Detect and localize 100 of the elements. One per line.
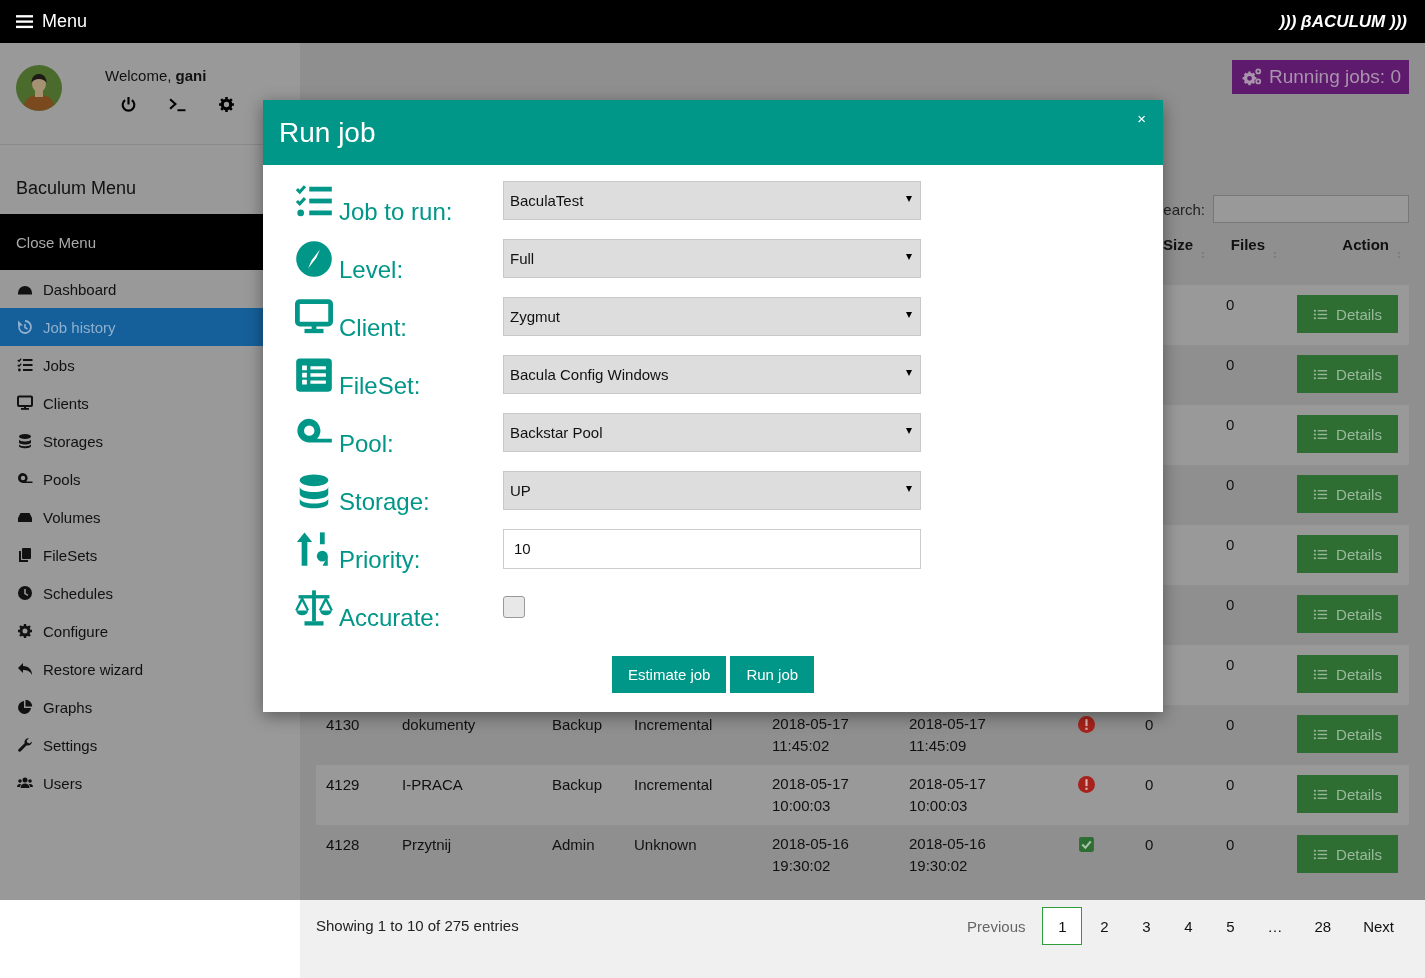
dropdown[interactable]: Bacula Config Windows <box>503 355 921 394</box>
dialog-title: Run job <box>279 116 376 149</box>
power-icon <box>120 96 137 113</box>
close-button[interactable]: × <box>1134 110 1149 127</box>
error-icon <box>1078 716 1095 733</box>
table-cell: dokumenty <box>402 716 476 733</box>
table-cell-text: 2018-05-17 11:45:02 <box>772 714 850 756</box>
table-cell: 0 <box>1226 356 1235 373</box>
monitor-icon <box>17 395 33 411</box>
field-label: Accurate: <box>339 603 441 632</box>
sidebar-item[interactable]: Dashboard <box>0 270 300 308</box>
sidebar-item[interactable]: Configure <box>0 612 300 650</box>
logo: ))) βACULUM ))) <box>1279 11 1407 32</box>
avatar <box>16 65 62 111</box>
input-field[interactable]: 10 <box>503 528 921 569</box>
sidebar-item[interactable]: Storages <box>0 422 300 460</box>
gear-icon <box>17 623 33 639</box>
menu-button[interactable]: Menu <box>16 11 88 32</box>
caret-icon <box>906 427 912 434</box>
page-link[interactable]: 3 <box>1126 907 1167 945</box>
dropdown[interactable]: Full <box>503 239 921 278</box>
caret-icon <box>906 369 912 376</box>
table-cell: Incremental <box>634 716 713 733</box>
field-label: Job to run: <box>339 197 453 226</box>
dialog-button[interactable]: Estimate job <box>611 656 727 693</box>
field-label: FileSet: <box>339 371 421 400</box>
table-cell: Unknown <box>634 836 697 853</box>
column-header[interactable]: Files <box>1230 236 1265 253</box>
sidebar-item[interactable]: Jobs <box>0 346 300 384</box>
sidebar-item[interactable]: FileSets <box>0 536 300 574</box>
sidebar-item[interactable]: Volumes <box>0 498 300 536</box>
table-cell-text: 2018-05-17 10:00:03 <box>772 774 850 816</box>
list-box-icon <box>295 355 333 394</box>
page-link[interactable]: … <box>1252 907 1298 945</box>
field-label: Priority: <box>339 545 421 574</box>
dialog-button[interactable]: Run job <box>730 656 815 693</box>
search-label: earch: <box>1163 200 1205 218</box>
running-jobs-badge[interactable]: Running jobs: 0 <box>1231 60 1409 94</box>
page-link[interactable]: 4 <box>1168 907 1209 945</box>
table-cell: 0 <box>1145 836 1154 853</box>
table-cell: Backup <box>552 716 603 733</box>
table-cell: I-PRACA <box>402 776 463 793</box>
sidebar-item[interactable]: Clients <box>0 384 300 422</box>
sidebar-item[interactable]: Users <box>0 764 300 802</box>
field-label: Level: <box>339 255 404 284</box>
table-cell: 0 <box>1145 716 1154 733</box>
page-link[interactable]: Next <box>1348 907 1409 945</box>
table-cell: 0 <box>1226 596 1235 613</box>
caret-icon <box>906 311 912 318</box>
sidebar-item[interactable]: Restore wizard <box>0 650 300 688</box>
database-icon <box>17 433 33 449</box>
table-cell-text: 2018-05-17 11:45:09 <box>909 714 987 756</box>
table-cell: Admin <box>552 836 595 853</box>
monitor-icon <box>295 297 333 336</box>
reply-arrow-icon <box>17 661 33 677</box>
dropdown[interactable]: BaculaTest <box>503 181 921 220</box>
caret-icon <box>906 195 912 202</box>
table-cell: 0 <box>1226 536 1235 553</box>
checkbox[interactable] <box>503 595 525 618</box>
dropdown[interactable]: Zygmut <box>503 297 921 336</box>
history-icon <box>17 319 33 335</box>
gear-icon <box>218 96 235 113</box>
page-link[interactable]: 2 <box>1084 907 1125 945</box>
page-link[interactable]: 28 <box>1299 907 1347 945</box>
check-icon <box>1078 836 1095 853</box>
table-cell: 0 <box>1226 776 1235 793</box>
pie-chart-icon <box>17 699 33 715</box>
table-cell: Incremental <box>634 776 713 793</box>
sidebar-item[interactable]: Schedules <box>0 574 300 612</box>
wrench-icon <box>17 737 33 753</box>
table-cell: 0 <box>1226 476 1235 493</box>
table-cell: 4130 <box>326 716 360 733</box>
table-cell: Backup <box>552 776 603 793</box>
welcome-text: Welcome, gani <box>105 67 208 84</box>
table-cell: 4129 <box>326 776 360 793</box>
table-cell: 4128 <box>326 836 360 853</box>
table-cell-text: 2018-05-17 10:00:03 <box>909 774 987 816</box>
search-field[interactable] <box>1213 195 1409 223</box>
caret-icon <box>906 253 912 260</box>
files-icon <box>17 547 33 563</box>
table-cell: 0 <box>1226 836 1235 853</box>
clock-icon <box>17 585 33 601</box>
caret-icon <box>906 485 912 492</box>
sidebar-item[interactable]: Settings <box>0 726 300 764</box>
dropdown[interactable]: Backstar Pool <box>503 413 921 452</box>
table-cell: 0 <box>1226 296 1235 313</box>
column-header[interactable]: Action <box>1342 236 1389 253</box>
sidebar-item[interactable]: Pools <box>0 460 300 498</box>
column-header[interactable]: Size <box>1163 236 1193 253</box>
table-cell: Przytnij <box>402 836 452 853</box>
terminal-icon <box>169 96 186 113</box>
sidebar-item[interactable]: Graphs <box>0 688 300 726</box>
dropdown[interactable]: UP <box>503 471 921 510</box>
table-cell: 0 <box>1226 416 1235 433</box>
page-link[interactable]: 5 <box>1210 907 1251 945</box>
page-link[interactable]: 1 <box>1042 907 1083 945</box>
table-cell-text: 2018-05-16 19:30:02 <box>772 834 850 876</box>
scale-icon <box>295 587 333 626</box>
users-icon <box>17 775 33 791</box>
close-menu-label[interactable]: Close Menu <box>16 233 97 251</box>
